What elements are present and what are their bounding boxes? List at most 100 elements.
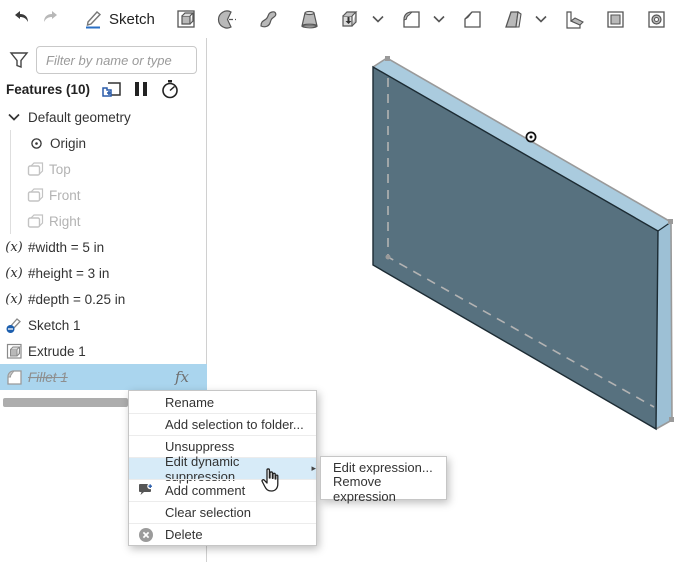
pause-icon xyxy=(134,81,148,97)
rib-icon xyxy=(563,8,586,31)
horizontal-scrollbar[interactable] xyxy=(3,398,128,407)
tree-item-label: Sketch 1 xyxy=(28,318,81,333)
tree-item-origin[interactable]: Origin xyxy=(0,130,207,156)
tree-item-sketch1[interactable]: Sketch 1 xyxy=(0,312,207,338)
tree-item-right-plane[interactable]: Right xyxy=(0,208,207,234)
chevron-down-icon xyxy=(372,15,384,23)
menu-item-label: Add comment xyxy=(165,483,245,498)
chamfer-button[interactable] xyxy=(457,4,488,34)
sketch-pencil-icon xyxy=(82,8,104,30)
helix-button[interactable] xyxy=(682,4,687,34)
tree-item-fillet1[interactable]: Fillet 1 fx xyxy=(0,364,207,390)
variable-icon: (x) xyxy=(4,266,24,281)
undo-button[interactable] xyxy=(6,4,36,34)
chamfer-icon xyxy=(461,8,484,31)
tree-item-label: Top xyxy=(49,162,71,177)
chevron-down-icon xyxy=(433,15,445,23)
add-folder-icon xyxy=(102,81,122,98)
add-folder-button[interactable] xyxy=(102,81,122,98)
suspend-rebuild-button[interactable] xyxy=(134,81,148,97)
fillet-feature-icon xyxy=(4,369,24,386)
extrude-icon xyxy=(175,8,198,31)
delete-circle-icon xyxy=(138,527,154,543)
submenu-item-remove-expression[interactable]: Remove expression xyxy=(321,478,446,499)
tree-item-label: Extrude 1 xyxy=(28,344,86,359)
feature-tree: Default geometry Origin Top Front Right … xyxy=(0,104,207,390)
plane-icon xyxy=(25,214,45,229)
menu-item-label: Clear selection xyxy=(165,505,251,520)
tree-item-extrude1[interactable]: Extrude 1 xyxy=(0,338,207,364)
extrude-feature-icon xyxy=(4,343,24,360)
sketch-button[interactable]: Sketch xyxy=(78,4,159,34)
tree-item-variable-width[interactable]: (x) #width = 5 in xyxy=(0,234,207,260)
tree-item-label: Front xyxy=(49,188,81,203)
tree-item-label: #height = 3 in xyxy=(28,266,109,281)
part-plate[interactable] xyxy=(373,56,674,429)
menu-item-label: Delete xyxy=(165,527,203,542)
hole-icon xyxy=(645,8,668,31)
extrude-button[interactable] xyxy=(171,4,202,34)
filter-input[interactable] xyxy=(36,46,197,74)
draft-icon xyxy=(502,8,525,31)
filter-funnel-icon xyxy=(8,49,30,71)
features-header-label: Features (10) xyxy=(6,82,90,97)
shell-icon xyxy=(604,8,627,31)
plane-icon xyxy=(25,162,45,177)
redo-button[interactable] xyxy=(36,4,66,34)
fillet-dropdown-chevron[interactable] xyxy=(429,4,449,34)
menu-item-add-comment[interactable]: Add comment xyxy=(129,479,316,501)
rollback-history-button[interactable] xyxy=(160,79,180,99)
chevron-down-icon[interactable] xyxy=(4,113,24,121)
tree-item-label: Origin xyxy=(50,136,86,151)
sweep-icon xyxy=(257,8,280,31)
origin-marker[interactable] xyxy=(526,132,535,141)
fx-expression-badge[interactable]: fx xyxy=(175,368,189,386)
thicken-icon xyxy=(339,8,362,31)
loft-icon xyxy=(298,8,321,31)
tree-item-label: Default geometry xyxy=(28,110,131,125)
dynamic-suppression-submenu: Edit expression... Remove expression xyxy=(320,456,447,500)
menu-item-label: Add selection to folder... xyxy=(165,417,304,432)
menu-item-delete[interactable]: Delete xyxy=(129,523,316,545)
revolve-icon xyxy=(216,8,239,31)
tree-item-label: Right xyxy=(49,214,81,229)
shell-button[interactable] xyxy=(600,4,631,34)
menu-item-label: Unsuppress xyxy=(165,439,234,454)
chevron-down-icon xyxy=(535,15,547,23)
stopwatch-icon xyxy=(160,79,180,99)
variable-icon: (x) xyxy=(4,292,24,307)
sketch-feature-icon xyxy=(4,316,24,334)
menu-item-add-selection-to-folder[interactable]: Add selection to folder... xyxy=(129,413,316,435)
tree-item-label: #depth = 0.25 in xyxy=(28,292,125,307)
tree-item-variable-height[interactable]: (x) #height = 3 in xyxy=(0,260,207,286)
menu-item-clear-selection[interactable]: Clear selection xyxy=(129,501,316,523)
tree-item-top-plane[interactable]: Top xyxy=(0,156,207,182)
tree-item-variable-depth[interactable]: (x) #depth = 0.25 in xyxy=(0,286,207,312)
fillet-icon xyxy=(400,8,423,31)
rib-button[interactable] xyxy=(559,4,590,34)
menu-item-edit-dynamic-suppression[interactable]: Edit dynamic suppression ▸ xyxy=(129,457,316,479)
draft-button[interactable] xyxy=(498,4,529,34)
menu-item-label: Remove expression xyxy=(333,474,446,504)
loft-button[interactable] xyxy=(294,4,325,34)
sweep-button[interactable] xyxy=(253,4,284,34)
tree-item-label: #width = 5 in xyxy=(28,240,104,255)
revolve-button[interactable] xyxy=(212,4,243,34)
menu-item-label: Rename xyxy=(165,395,214,410)
thicken-button[interactable] xyxy=(335,4,366,34)
plane-icon xyxy=(25,188,45,203)
boolean-dropdown-chevron[interactable] xyxy=(368,4,388,34)
sketch-button-label: Sketch xyxy=(109,11,155,28)
tree-item-default-geometry[interactable]: Default geometry xyxy=(0,104,207,130)
undo-icon xyxy=(10,8,32,30)
submenu-arrow-icon: ▸ xyxy=(311,463,316,474)
fillet-button[interactable] xyxy=(396,4,427,34)
menu-item-rename[interactable]: Rename xyxy=(129,391,316,413)
comment-plus-icon xyxy=(138,483,154,499)
tree-item-front-plane[interactable]: Front xyxy=(0,182,207,208)
draft-dropdown-chevron[interactable] xyxy=(531,4,551,34)
hole-button[interactable] xyxy=(641,4,672,34)
feature-toolbar: Sketch xyxy=(0,0,687,38)
tree-item-label: Fillet 1 xyxy=(28,370,68,385)
feature-context-menu: Rename Add selection to folder... Unsupp… xyxy=(128,390,317,546)
